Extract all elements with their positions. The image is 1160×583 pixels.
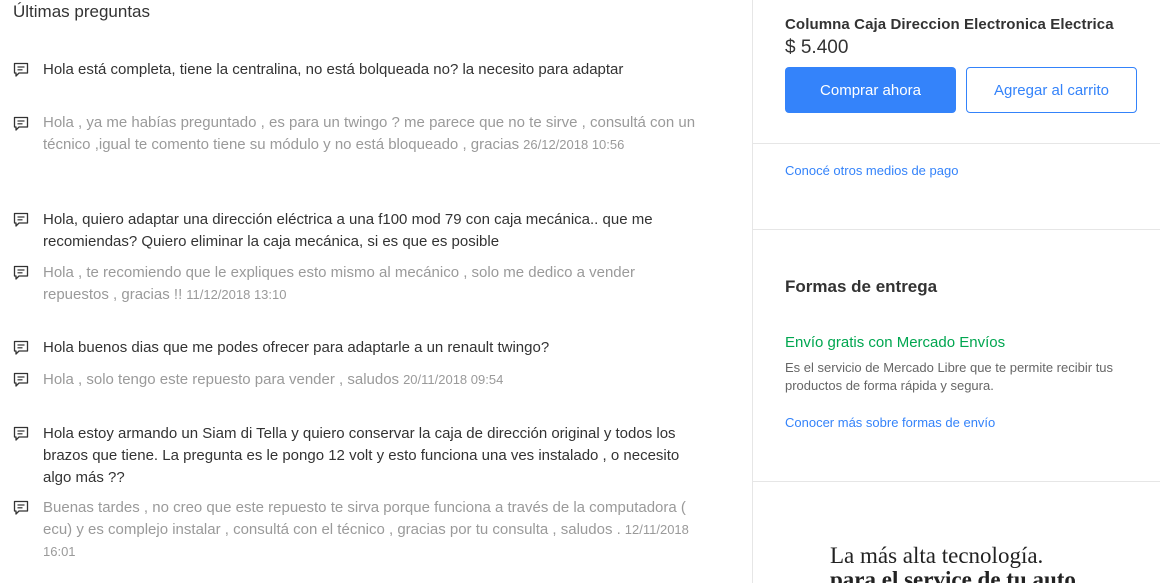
chat-bubble-icon [13,500,29,516]
answer-date: 20/11/2018 09:54 [403,372,504,387]
question-text: Hola está completa, tiene la centralina,… [43,61,624,78]
questions-panel: Últimas preguntas Hola está completa, ti… [0,0,752,583]
chat-bubble-icon [13,372,29,388]
question-text: Hola estoy armando un Siam di Tella y qu… [43,425,680,486]
product-sidebar: Columna Caja Direccion Electronica Elect… [753,0,1160,583]
question-text: Hola buenos dias que me podes ofrecer pa… [43,339,550,356]
ad-banner[interactable]: La más alta tecnología. para el service … [785,515,1137,583]
answer-block: Hola , te recomiendo que le expliques es… [43,262,703,306]
answer-date: 26/12/2018 10:56 [523,137,625,152]
add-to-cart-button[interactable]: Agregar al carrito [966,67,1137,113]
product-title: Columna Caja Direccion Electronica Elect… [785,16,1114,33]
chat-bubble-icon [13,426,29,442]
answer-block: Hola , solo tengo este repuesto para ven… [43,369,703,391]
divider [753,229,1160,230]
free-shipping-label: Envío gratis con Mercado Envíos [785,334,1006,351]
chat-bubble-icon [13,116,29,132]
ad-headline: La más alta tecnología. [830,543,1044,568]
chat-bubble-icon [13,340,29,356]
answer-text: Hola , solo tengo este repuesto para ven… [43,371,400,388]
shipping-title: Formas de entrega [785,277,938,296]
answer-block: Hola , ya me habías preguntado , es para… [43,112,703,156]
chat-bubble-icon [13,265,29,281]
buy-now-button[interactable]: Comprar ahora [785,67,956,113]
shipping-info-link[interactable]: Conocer más sobre formas de envío [785,415,995,430]
answer-text: Buenas tardes , no creo que este repuest… [43,499,686,538]
question-text: Hola, quiero adaptar una dirección eléct… [43,211,653,250]
payment-methods-link[interactable]: Conocé otros medios de pago [785,163,958,178]
answer-text: Hola , te recomiendo que le expliques es… [43,264,635,303]
ad-subheadline: para el service de tu auto [830,567,1076,583]
answer-date: 11/12/2018 13:10 [186,287,287,302]
shipping-description: Es el servicio de Mercado Libre que te p… [785,360,1114,393]
questions-title: Últimas preguntas [13,2,151,21]
divider [753,143,1160,144]
product-price: $ 5.400 [785,37,849,58]
divider [753,481,1160,482]
chat-bubble-icon [13,212,29,228]
chat-bubble-icon [13,62,29,78]
answer-block: Buenas tardes , no creo que este repuest… [43,497,703,563]
